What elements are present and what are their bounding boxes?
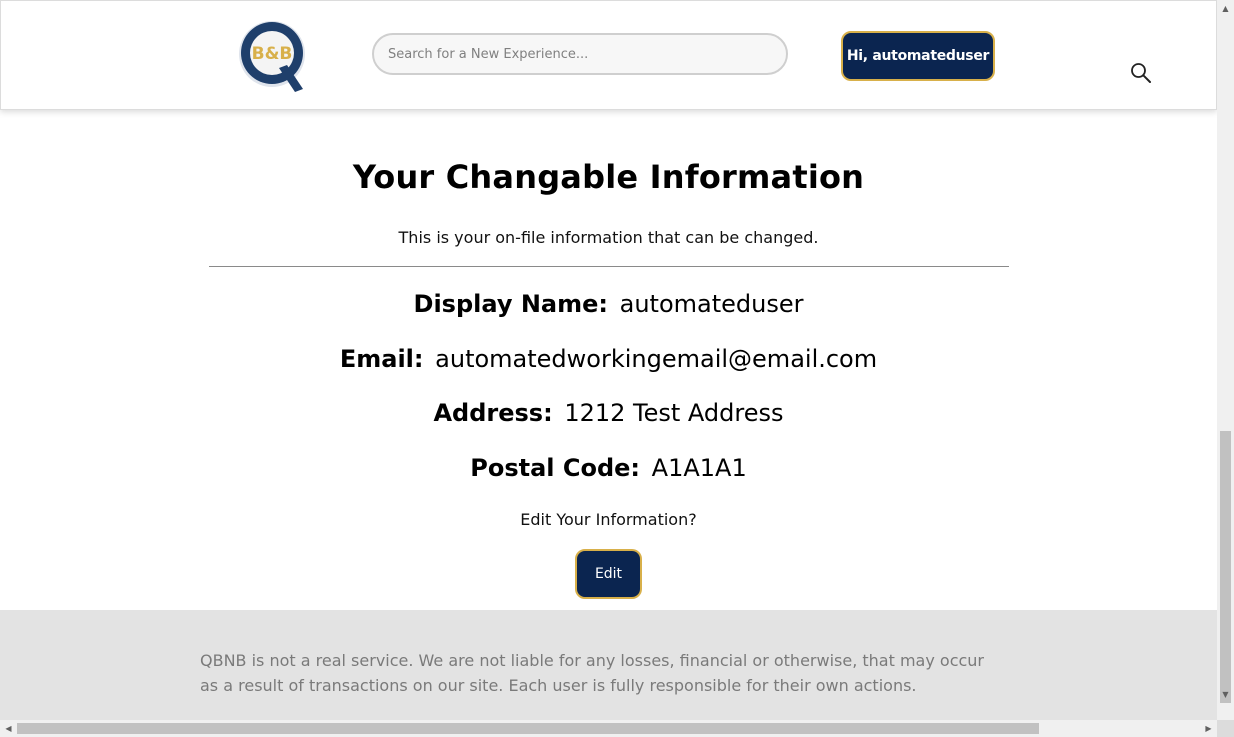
display-name-value: automateduser <box>619 290 804 318</box>
edit-button-label: Edit <box>594 566 623 582</box>
logo-text: B&B <box>252 44 293 64</box>
site-footer: QBNB is not a real service. We are not l… <box>0 610 1217 720</box>
address-row: Address: 1212 Test Address <box>0 399 1217 427</box>
user-account-button[interactable]: Hi, automateduser <box>841 31 995 81</box>
postal-code-value: A1A1A1 <box>651 454 747 482</box>
address-value: 1212 Test Address <box>564 399 784 427</box>
main-content: Your Changable Information This is your … <box>0 108 1217 610</box>
horizontal-scrollbar[interactable]: ◀ ▶ <box>0 720 1217 737</box>
user-account-button-label: Hi, automateduser <box>846 48 990 64</box>
display-name-row: Display Name: automateduser <box>0 290 1217 318</box>
scrollbar-corner <box>1217 720 1234 737</box>
page-title: Your Changable Information <box>352 158 865 196</box>
postal-code-row: Postal Code: A1A1A1 <box>0 454 1217 482</box>
display-name-label: Display Name: <box>413 290 608 318</box>
scroll-up-arrow-icon[interactable]: ▲ <box>1217 0 1234 17</box>
footer-disclaimer-line: QBNB is not a real service. We are not l… <box>200 651 984 670</box>
scroll-right-arrow-icon[interactable]: ▶ <box>1200 720 1217 737</box>
qbnb-logo[interactable]: B&B <box>237 16 311 96</box>
search-input[interactable] <box>372 33 788 75</box>
section-divider <box>209 266 1009 267</box>
footer-disclaimer: QBNB is not a real service. We are not l… <box>200 648 990 698</box>
postal-code-label: Postal Code: <box>470 454 641 482</box>
site-header: B&B Hi, automateduser <box>0 0 1217 110</box>
email-row: Email: automatedworkingemail@email.com <box>0 345 1217 373</box>
scroll-left-arrow-icon[interactable]: ◀ <box>0 720 17 737</box>
search-icon[interactable] <box>1130 62 1152 84</box>
footer-disclaimer-line: as a result of transactions on our site.… <box>200 676 917 695</box>
page-subtitle: This is your on-file information that ca… <box>398 228 819 247</box>
vertical-scrollbar[interactable]: ▲ ▼ <box>1217 0 1234 720</box>
email-label: Email: <box>339 345 424 373</box>
edit-button[interactable]: Edit <box>575 549 642 599</box>
vertical-scroll-thumb[interactable] <box>1220 431 1231 703</box>
horizontal-scroll-thumb[interactable] <box>17 723 1039 734</box>
page-viewport: B&B Hi, automateduser Your Changable Inf… <box>0 0 1217 720</box>
scroll-down-arrow-icon[interactable]: ▼ <box>1217 686 1234 703</box>
address-label: Address: <box>433 399 553 427</box>
edit-prompt: Edit Your Information? <box>520 510 697 529</box>
email-value: automatedworkingemail@email.com <box>435 345 878 373</box>
